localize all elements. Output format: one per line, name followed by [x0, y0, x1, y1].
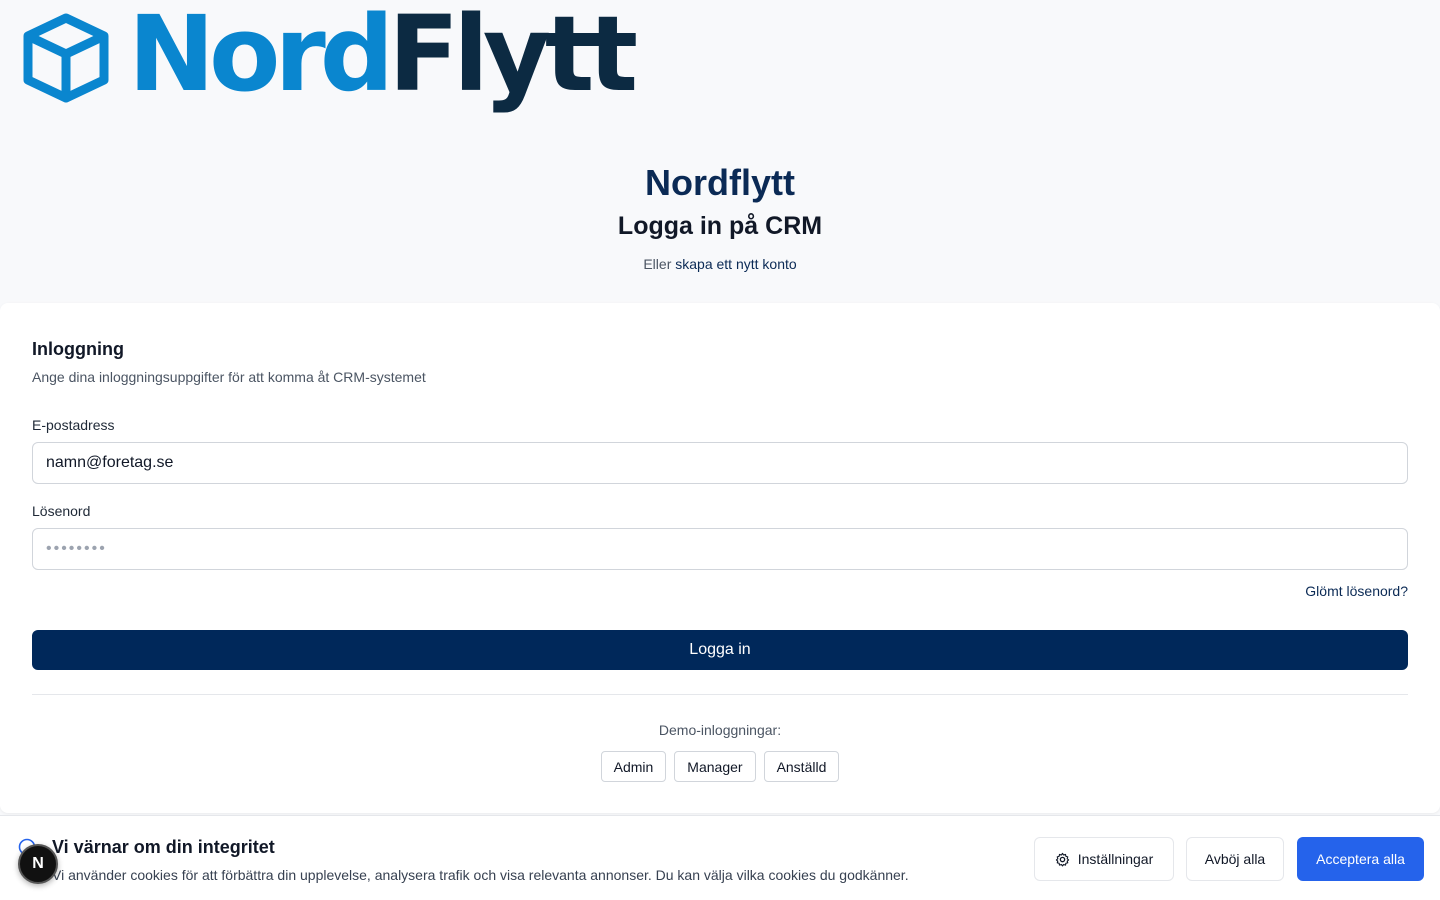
logo-word-flytt: Flytt — [388, 0, 638, 115]
login-button[interactable]: Logga in — [32, 630, 1408, 670]
signup-prefix: Eller — [643, 256, 672, 272]
dev-badge[interactable]: N — [18, 844, 58, 884]
card-description: Ange dina inloggningsuppgifter för att k… — [32, 369, 426, 385]
demo-logins-label: Demo-inloggningar: — [658, 722, 782, 738]
card-title: Inloggning — [32, 339, 124, 359]
cookie-title: Vi värnar om din integritet — [52, 837, 275, 857]
demo-login-buttons: Admin Manager Anställd — [0, 751, 1440, 782]
cookie-accept-button[interactable]: Acceptera alla — [1297, 837, 1424, 881]
email-label: E-postadress — [32, 417, 115, 433]
demo-employee-button[interactable]: Anställd — [763, 751, 840, 782]
cookie-settings-label: Inställningar — [1077, 851, 1154, 867]
gear-icon — [1055, 852, 1069, 866]
password-label: Lösenord — [32, 503, 91, 519]
page-heading: Nordflytt Logga in på CRM Eller skapa et… — [0, 160, 1440, 272]
logo-word-nord: Nord — [128, 0, 394, 115]
email-field[interactable] — [32, 442, 1408, 484]
login-card: Inloggning Ange dina inloggningsuppgifte… — [0, 303, 1440, 813]
password-field[interactable] — [32, 528, 1408, 570]
cookie-banner: Vi värnar om din integritet Vi använder … — [0, 815, 1440, 900]
box-logo-icon — [23, 13, 109, 103]
forgot-password-link[interactable]: Glömt lösenord? — [1305, 583, 1408, 599]
demo-manager-button[interactable]: Manager — [674, 751, 756, 782]
logo-wordmark: NordFlytt — [128, 2, 638, 106]
divider — [32, 694, 1408, 695]
cookie-reject-button[interactable]: Avböj alla — [1186, 837, 1284, 881]
signup-line: Eller skapa ett nytt konto — [0, 256, 1440, 272]
brand-title: Nordflytt — [645, 162, 795, 203]
page-title: Logga in på CRM — [617, 212, 823, 240]
demo-admin-button[interactable]: Admin — [600, 751, 667, 782]
cookie-text: Vi använder cookies för att förbättra di… — [52, 867, 909, 883]
nordflytt-logo: NordFlytt — [22, 2, 638, 106]
cookie-settings-button[interactable]: Inställningar — [1034, 837, 1174, 881]
create-account-link[interactable]: skapa ett nytt konto — [675, 256, 796, 272]
